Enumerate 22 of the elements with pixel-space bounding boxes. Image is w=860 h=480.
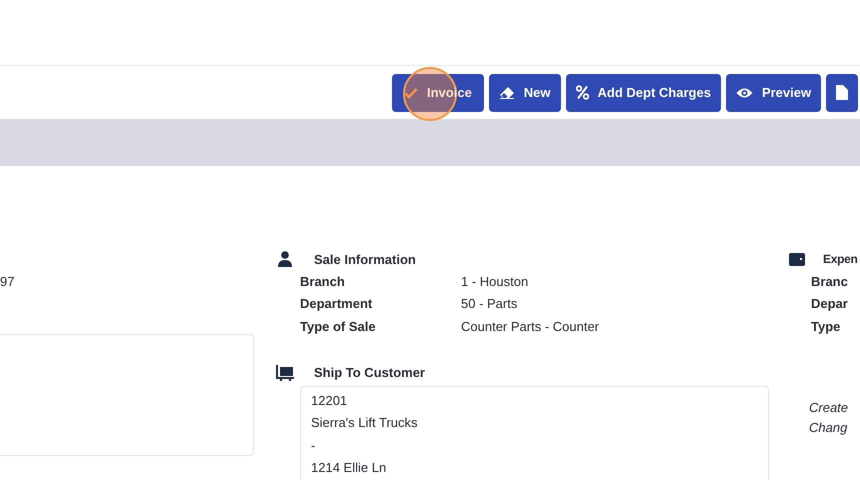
field-value: 50 - Parts: [461, 296, 518, 312]
field-value: Counter Parts - Counter: [461, 318, 600, 334]
field-label: Type: [811, 318, 840, 334]
toolbar-button[interactable]: Add Dept Charges: [566, 74, 721, 112]
section-title: Sale Information: [314, 252, 416, 266]
field-label: Branc: [811, 274, 848, 289]
address-line: 12201: [311, 392, 348, 410]
audit-note: Create: [809, 398, 850, 416]
address-line: -: [311, 436, 316, 454]
audit-note: Chang: [809, 418, 848, 437]
section-title: Ship To Customer: [314, 365, 425, 380]
address-line: Sierra's Lift Trucks: [311, 414, 419, 432]
field-label: Type of Sale: [300, 318, 377, 334]
field-label: Branch: [300, 274, 346, 289]
field-label: Depar: [811, 296, 848, 312]
address-line: 1214 Ellie Ln: [311, 459, 388, 477]
toolbar-button[interactable]: Preview: [726, 74, 822, 112]
field-label: Department: [300, 296, 374, 312]
field-value: 97: [0, 274, 14, 289]
field-value: 1 - Houston: [461, 274, 528, 289]
section-title: Expen: [823, 252, 858, 266]
toolbar-button[interactable]: New: [488, 74, 561, 112]
